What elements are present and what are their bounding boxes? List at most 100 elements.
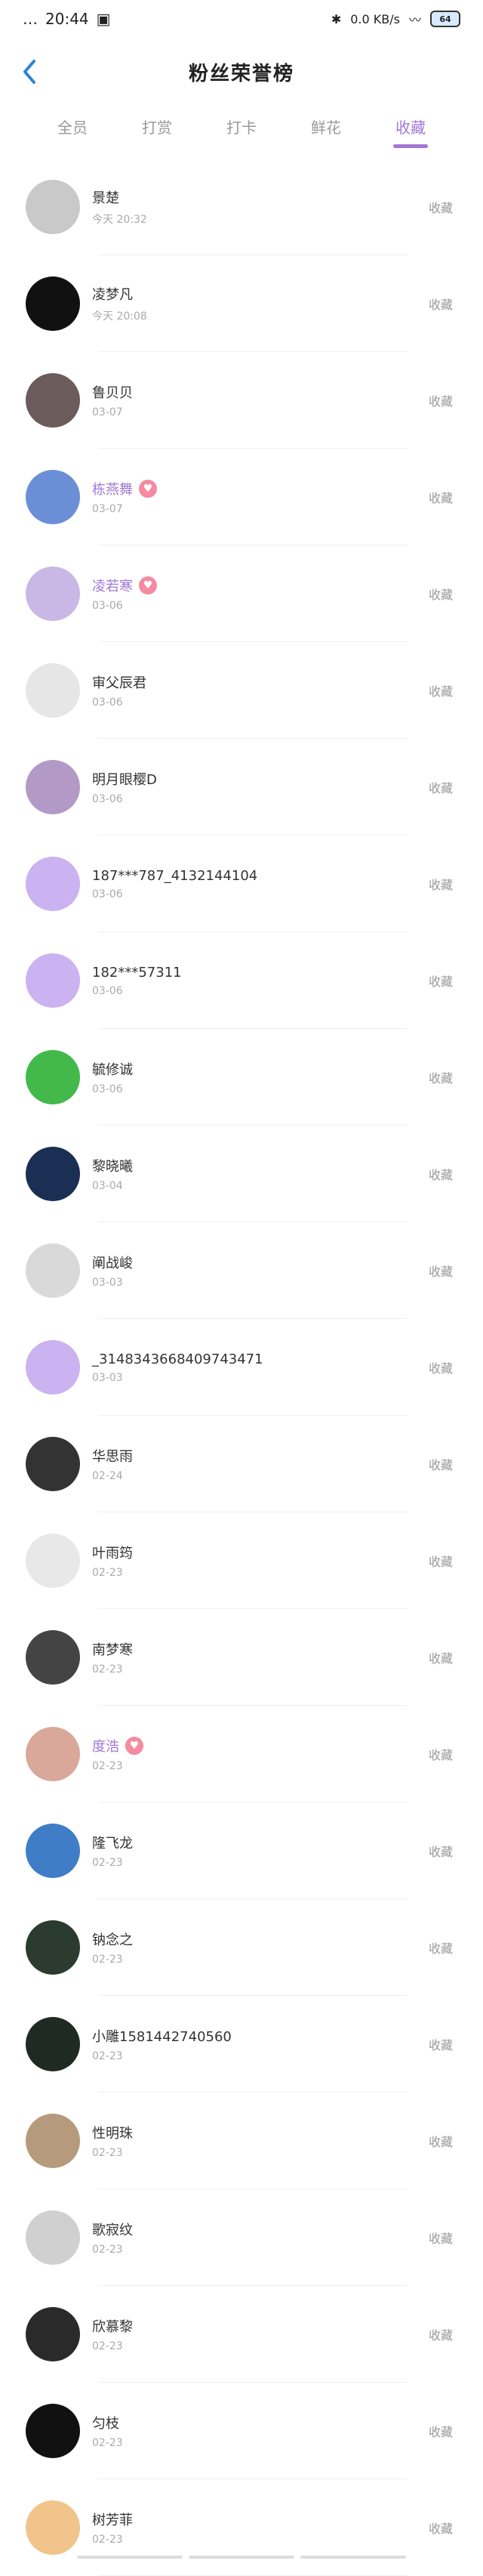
user-name: 黎晓曦 — [92, 1159, 133, 1175]
battery-icon: 64 — [430, 11, 460, 27]
date-text: 02-23 — [92, 1567, 123, 1579]
user-name: 小雕1581442740560 — [92, 2029, 232, 2045]
list-item[interactable]: 景楚 今天 20:32 收藏 — [0, 159, 483, 255]
heart-icon: ♥ — [125, 1737, 143, 1755]
avatar[interactable] — [26, 1920, 80, 1975]
tab-checkin[interactable]: 打卡 — [220, 111, 263, 142]
name-line: 匀枝 — [92, 2413, 123, 2432]
user-info: 叶雨筠 02-23 — [92, 1543, 133, 1579]
avatar[interactable] — [26, 180, 80, 234]
tab-favorite[interactable]: 收藏 — [389, 111, 432, 142]
avatar[interactable] — [26, 1534, 80, 1588]
user-info: 华思雨 02-24 — [92, 1446, 133, 1482]
status-right: ✱ 0.0 KB/s 〰 64 — [331, 10, 460, 28]
name-line: 阐战峻 — [92, 1252, 133, 1272]
name-line: 歌寂纹 — [92, 2219, 133, 2239]
name-line: 景楚 — [92, 187, 147, 207]
list-item[interactable]: 欣慕黎 02-23 收藏 — [0, 2286, 483, 2383]
date-text: 02-23 — [92, 2147, 123, 2159]
avatar[interactable] — [26, 2210, 80, 2265]
list-item[interactable]: _3148343668409743471 03-03 收藏 — [0, 1319, 483, 1416]
user-name: 鲁贝贝 — [92, 385, 133, 401]
tab-all[interactable]: 全员 — [51, 111, 94, 142]
avatar[interactable] — [26, 1243, 80, 1298]
avatar[interactable] — [26, 1824, 80, 1878]
avatar[interactable] — [26, 567, 80, 621]
user-name: 度浩 — [92, 1739, 119, 1755]
user-info: 182***57311 03-06 — [92, 965, 182, 997]
user-info: 南梦寒 02-23 — [92, 1639, 133, 1676]
list-item[interactable]: 凌若寒 ♥ 03-06 收藏 — [0, 545, 483, 642]
name-line: 南梦寒 — [92, 1639, 133, 1659]
avatar[interactable] — [26, 1050, 80, 1104]
list-item[interactable]: 凌梦凡 今天 20:08 收藏 — [0, 255, 483, 352]
avatar[interactable] — [26, 1437, 80, 1491]
status-left: … 20:44 ▣ — [23, 10, 111, 28]
avatar[interactable] — [26, 276, 80, 331]
avatar[interactable] — [26, 760, 80, 814]
user-info: 明月眼樱D 03-06 — [92, 769, 157, 805]
avatar[interactable] — [26, 2404, 80, 2458]
list-item[interactable]: 黎晓曦 03-04 收藏 — [0, 1126, 483, 1222]
date-text: 今天 20:32 — [92, 214, 147, 226]
bottom-indicator-right — [300, 2556, 406, 2559]
avatar[interactable] — [26, 2307, 80, 2361]
avatar[interactable] — [26, 663, 80, 718]
avatar[interactable] — [26, 857, 80, 911]
favorite-label: 收藏 — [428, 878, 453, 892]
tabs: 全员 打赏 打卡 鲜花 收藏 — [0, 106, 483, 147]
list-item[interactable]: 南梦寒 02-23 收藏 — [0, 1609, 483, 1706]
list-item[interactable]: 华思雨 02-24 收藏 — [0, 1416, 483, 1512]
avatar[interactable] — [26, 470, 80, 524]
favorite-label: 收藏 — [428, 2232, 453, 2246]
date-text: 03-06 — [92, 793, 123, 805]
user-name: 景楚 — [92, 190, 119, 206]
avatar[interactable] — [26, 2017, 80, 2071]
list-item[interactable]: 阐战峻 03-03 收藏 — [0, 1222, 483, 1319]
list-item[interactable]: 小雕1581442740560 02-23 收藏 — [0, 1996, 483, 2093]
favorite-label: 收藏 — [428, 298, 453, 312]
list-item[interactable]: 性明珠 02-23 收藏 — [0, 2093, 483, 2189]
avatar[interactable] — [26, 373, 80, 428]
user-name: 182***57311 — [92, 964, 182, 981]
avatar[interactable] — [26, 953, 80, 1008]
list-item[interactable]: 叶雨筠 02-23 收藏 — [0, 1512, 483, 1609]
avatar[interactable] — [26, 1630, 80, 1685]
avatar[interactable] — [26, 1147, 80, 1201]
name-line: 小雕1581442740560 — [92, 2026, 232, 2046]
avatar[interactable] — [26, 2500, 80, 2555]
list-item[interactable]: 鲁贝贝 03-07 收藏 — [0, 352, 483, 449]
tab-reward[interactable]: 打赏 — [136, 111, 178, 142]
avatar[interactable] — [26, 2114, 80, 2168]
list-item[interactable]: 毓修诚 03-06 收藏 — [0, 1029, 483, 1126]
list-item[interactable]: 歌寂纹 02-23 收藏 — [0, 2189, 483, 2286]
avatar[interactable] — [26, 1340, 80, 1395]
date-text: 03-03 — [92, 1277, 123, 1289]
date-text: 02-23 — [92, 2437, 123, 2449]
list-item[interactable]: 钠念之 02-23 收藏 — [0, 1899, 483, 1996]
avatar[interactable] — [26, 1727, 80, 1781]
list-item[interactable]: 匀枝 02-23 收藏 — [0, 2383, 483, 2479]
user-info: 小雕1581442740560 02-23 — [92, 2026, 232, 2062]
list-item[interactable]: 182***57311 03-06 收藏 — [0, 932, 483, 1029]
list-item[interactable]: 明月眼樱D 03-06 收藏 — [0, 739, 483, 836]
back-button[interactable] — [14, 57, 44, 87]
name-line: 度浩 ♥ — [92, 1736, 143, 1756]
user-info: _3148343668409743471 03-03 — [92, 1351, 263, 1384]
tab-flower[interactable]: 鲜花 — [305, 111, 347, 142]
date-text: 02-23 — [92, 1857, 123, 1869]
list-item[interactable]: 审父辰君 03-06 收藏 — [0, 642, 483, 739]
name-line: 性明珠 — [92, 2123, 133, 2142]
user-name: 华思雨 — [92, 1449, 133, 1465]
user-info: 树芳菲 02-23 — [92, 2510, 133, 2546]
list-item[interactable]: 度浩 ♥ 02-23 收藏 — [0, 1706, 483, 1802]
status-bar: … 20:44 ▣ ✱ 0.0 KB/s 〰 64 — [0, 0, 483, 38]
user-name: 欣慕黎 — [92, 2319, 133, 2335]
list-item[interactable]: 187***787_4132144104 03-06 收藏 — [0, 836, 483, 932]
favorite-label: 收藏 — [428, 491, 453, 505]
list-item[interactable]: 栋燕舞 ♥ 03-07 收藏 — [0, 449, 483, 545]
favorite-label: 收藏 — [428, 684, 453, 699]
name-line: 栋燕舞 ♥ — [92, 479, 157, 499]
name-line: _3148343668409743471 — [92, 1351, 263, 1367]
list-item[interactable]: 隆飞龙 02-23 收藏 — [0, 1802, 483, 1899]
